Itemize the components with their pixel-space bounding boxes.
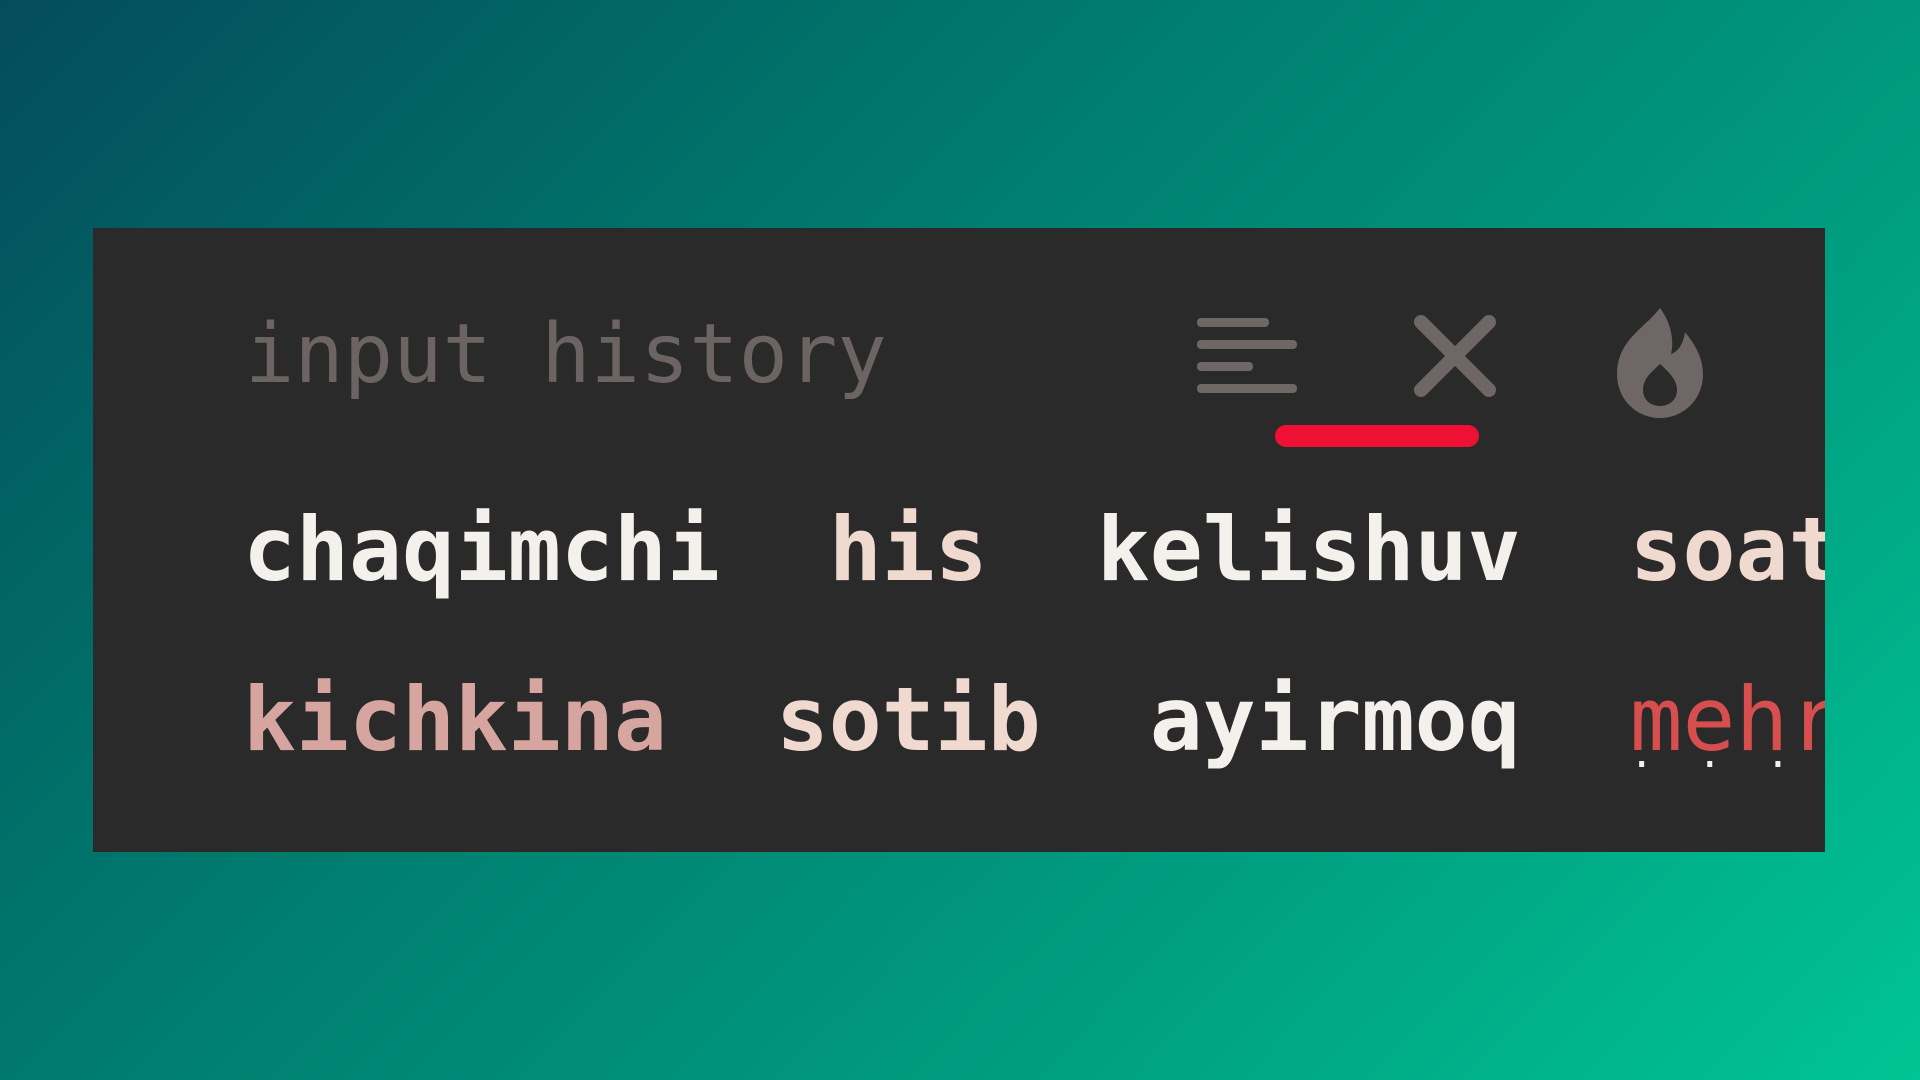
history-word-incorrect[interactable]: mehr · · · · · · · · · · — [1630, 660, 1825, 780]
history-line: chaqimchi his kelishuv soat — [243, 490, 1825, 660]
history-word[interactable]: chaqimchi — [243, 490, 720, 610]
history-word[interactable]: soat — [1630, 490, 1825, 610]
history-word[interactable]: kichkina — [243, 660, 667, 780]
input-history-panel: input history chaqimchi his kelishuv soa… — [93, 228, 1825, 852]
history-word[interactable]: ayirmoq — [1150, 660, 1521, 780]
header-bar: input history — [245, 302, 1825, 447]
history-line: kichkina sotib ayirmoq mehr · · · · · · … — [243, 660, 1825, 830]
history-word[interactable]: kelishuv — [1097, 490, 1521, 610]
page-title: input history — [245, 307, 887, 402]
history-word-text: mehr — [1629, 668, 1825, 771]
active-tab-indicator — [1275, 425, 1479, 447]
flame-icon[interactable] — [1605, 302, 1715, 422]
history-line-partial — [243, 830, 1825, 852]
history-word[interactable]: sotib — [776, 660, 1041, 780]
close-icon[interactable] — [1405, 308, 1505, 408]
history-word[interactable]: his — [829, 490, 988, 610]
extra-letters-indicator: · · · · · · · · · · — [1630, 758, 1825, 772]
history-word-list: chaqimchi his kelishuv soat kichkina sot… — [243, 490, 1825, 852]
lines-icon[interactable] — [1195, 308, 1299, 408]
